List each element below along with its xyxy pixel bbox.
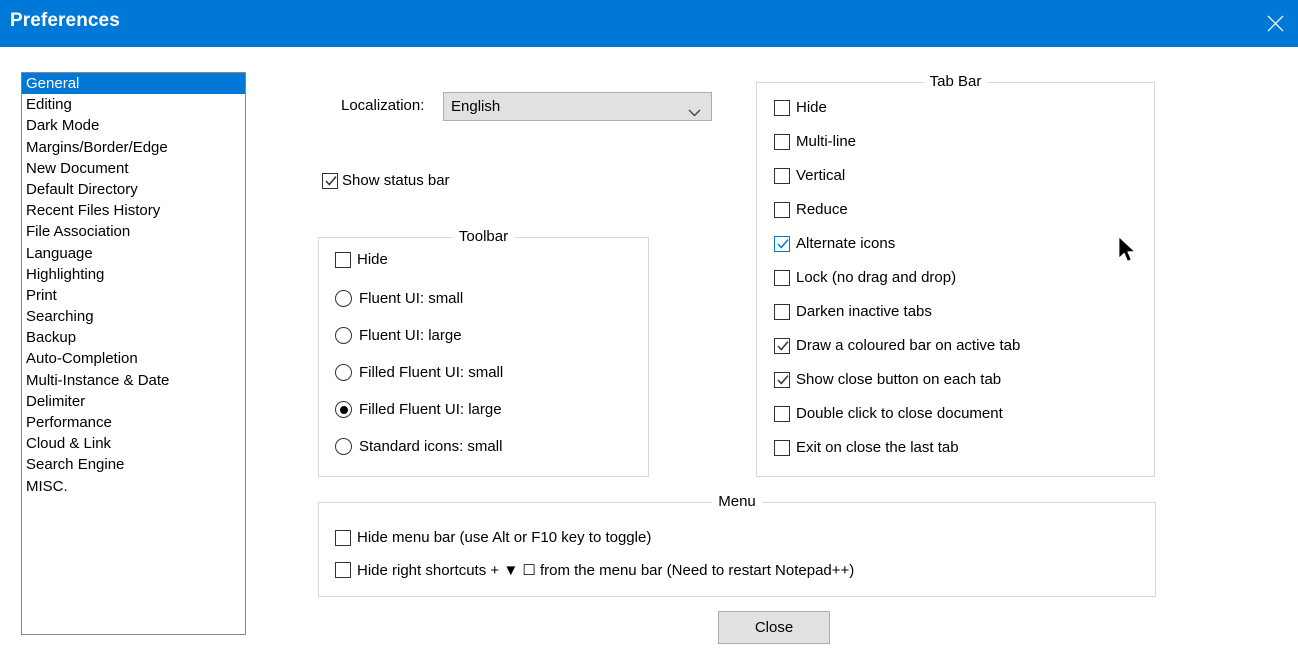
toolbar-option-fluent-large[interactable]: Fluent UI: large	[335, 327, 462, 344]
tabbar-checkbox-hide[interactable]	[774, 99, 790, 116]
sidebar-item-language[interactable]: Language	[22, 243, 245, 264]
localization-select[interactable]: English	[443, 92, 712, 121]
category-list[interactable]: General Editing Dark Mode Margins/Border/Ed…	[21, 72, 246, 635]
tabbar-label-vertical: Vertical	[796, 167, 846, 184]
toolbar-hide-checkbox[interactable]	[335, 251, 351, 268]
sidebar-item-default-directory[interactable]: Default Directory	[22, 179, 245, 200]
toolbar-option-label: Filled Fluent UI: large	[359, 401, 502, 418]
show-status-bar-label: Show status bar	[342, 172, 450, 189]
tabbar-label-show-close-button-on-each-tab: Show close button on each tab	[796, 371, 1002, 388]
tabbar-row-multi-line[interactable]: Multi-line	[774, 133, 856, 150]
checkmark-icon	[325, 175, 337, 186]
menu-group-legend: Menu	[712, 493, 762, 510]
radio-icon-selected[interactable]	[335, 401, 352, 418]
toolbar-option-standard-small[interactable]: Standard icons: small	[335, 438, 502, 455]
hide-menu-bar-label: Hide menu bar (use Alt or F10 key to tog…	[357, 529, 652, 546]
hide-right-shortcuts-row[interactable]: Hide right shortcuts + ▼ ☐ from the menu…	[335, 561, 854, 579]
sidebar-item-backup[interactable]: Backup	[22, 327, 245, 348]
sidebar-item-print[interactable]: Print	[22, 285, 245, 306]
tabbar-label-draw-a-coloured-bar-on-active-tab: Draw a coloured bar on active tab	[796, 337, 1021, 354]
radio-icon[interactable]	[335, 327, 352, 344]
sidebar-item-highlighting[interactable]: Highlighting	[22, 264, 245, 285]
tabbar-checkbox-vertical[interactable]	[774, 167, 790, 184]
toolbar-option-filled-large[interactable]: Filled Fluent UI: large	[335, 401, 502, 418]
tabbar-label-darken-inactive-tabs: Darken inactive tabs	[796, 303, 932, 320]
show-status-bar-row[interactable]: Show status bar	[322, 172, 450, 189]
sidebar-item-performance[interactable]: Performance	[22, 412, 245, 433]
tabbar-checkbox-multi-line[interactable]	[774, 133, 790, 150]
toolbar-option-label: Filled Fluent UI: small	[359, 364, 504, 381]
toolbar-group-legend: Toolbar	[452, 228, 515, 245]
tabbar-row-darken-inactive-tabs[interactable]: Darken inactive tabs	[774, 303, 932, 320]
tabbar-label-lock-no-drag-and-drop: Lock (no drag and drop)	[796, 269, 957, 286]
localization-value: English	[451, 98, 501, 115]
tabbar-row-reduce[interactable]: Reduce	[774, 201, 848, 218]
tabbar-row-lock-no-drag-and-drop[interactable]: Lock (no drag and drop)	[774, 269, 956, 286]
toolbar-option-label: Standard icons: small	[359, 438, 503, 455]
sidebar-item-search-engine[interactable]: Search Engine	[22, 454, 245, 475]
tabbar-label-hide: Hide	[796, 99, 827, 116]
tabbar-row-double-click-to-close-document[interactable]: Double click to close document	[774, 405, 1003, 422]
sidebar-item-searching[interactable]: Searching	[22, 306, 245, 327]
tabbar-checkbox-reduce[interactable]	[774, 201, 790, 218]
tabbar-label-double-click-to-close-document: Double click to close document	[796, 405, 1003, 422]
close-window-button[interactable]	[1252, 0, 1298, 47]
tabbar-checkbox-exit-on-close-the-last-tab[interactable]	[774, 439, 790, 456]
tabbar-row-show-close-button-on-each-tab[interactable]: Show close button on each tab	[774, 371, 1001, 388]
sidebar-item-new-document[interactable]: New Document	[22, 158, 245, 179]
localization-label: Localization:	[341, 97, 425, 114]
toolbar-hide-label: Hide	[357, 251, 388, 268]
tabbar-row-hide[interactable]: Hide	[774, 99, 827, 116]
checkmark-icon	[777, 340, 789, 351]
window-title-bar: Preferences	[0, 0, 1298, 47]
close-x-icon	[1252, 15, 1298, 32]
tabbar-label-exit-on-close-the-last-tab: Exit on close the last tab	[796, 439, 959, 456]
tabbar-checkbox-alternate-icons[interactable]	[774, 235, 790, 252]
radio-icon[interactable]	[335, 438, 352, 455]
checkmark-icon	[777, 374, 789, 385]
tabbar-label-alternate-icons: Alternate icons	[796, 235, 896, 252]
hide-menu-bar-row[interactable]: Hide menu bar (use Alt or F10 key to tog…	[335, 529, 651, 546]
chevron-down-icon	[688, 104, 701, 121]
sidebar-item-general[interactable]: General	[22, 73, 245, 95]
tabbar-group-legend: Tab Bar	[923, 73, 988, 90]
sidebar-item-misc[interactable]: MISC.	[22, 476, 245, 497]
sidebar-item-recent-files-history[interactable]: Recent Files History	[22, 200, 245, 221]
toolbar-option-filled-small[interactable]: Filled Fluent UI: small	[335, 364, 503, 381]
sidebar-item-multi-instance-date[interactable]: Multi-Instance & Date	[22, 370, 245, 391]
menu-group: Menu	[318, 493, 1156, 597]
sidebar-item-margins-border-edge[interactable]: Margins/Border/Edge	[22, 137, 245, 158]
sidebar-item-file-association[interactable]: File Association	[22, 221, 245, 242]
sidebar-item-auto-completion[interactable]: Auto-Completion	[22, 348, 245, 369]
close-button[interactable]: Close	[718, 611, 830, 644]
tabbar-checkbox-darken-inactive-tabs[interactable]	[774, 303, 790, 320]
tabbar-row-vertical[interactable]: Vertical	[774, 167, 845, 184]
tabbar-row-exit-on-close-the-last-tab[interactable]: Exit on close the last tab	[774, 439, 959, 456]
tabbar-label-multi-line: Multi-line	[796, 133, 857, 150]
tabbar-checkbox-double-click-to-close-document[interactable]	[774, 405, 790, 422]
tabbar-checkbox-draw-a-coloured-bar-on-active-tab[interactable]	[774, 337, 790, 354]
radio-icon[interactable]	[335, 290, 352, 307]
tabbar-label-reduce: Reduce	[796, 201, 848, 218]
sidebar-item-cloud-link[interactable]: Cloud & Link	[22, 433, 245, 454]
hide-menu-bar-checkbox[interactable]	[335, 529, 351, 546]
sidebar-item-delimiter[interactable]: Delimiter	[22, 391, 245, 412]
tabbar-checkbox-show-close-button-on-each-tab[interactable]	[774, 371, 790, 388]
toolbar-option-label: Fluent UI: large	[359, 327, 462, 344]
checkmark-icon	[777, 238, 789, 249]
toolbar-option-label: Fluent UI: small	[359, 290, 464, 307]
radio-icon[interactable]	[335, 364, 352, 381]
toolbar-option-fluent-small[interactable]: Fluent UI: small	[335, 290, 463, 307]
hide-right-shortcuts-label: Hide right shortcuts + ▼ ☐ from the menu…	[357, 562, 855, 579]
page-title: Preferences	[10, 10, 120, 31]
tabbar-row-alternate-icons[interactable]: Alternate icons	[774, 235, 895, 252]
tabbar-checkbox-lock-no-drag-and-drop[interactable]	[774, 269, 790, 286]
toolbar-hide-row[interactable]: Hide	[335, 251, 388, 268]
sidebar-item-dark-mode[interactable]: Dark Mode	[22, 115, 245, 136]
tabbar-row-draw-a-coloured-bar-on-active-tab[interactable]: Draw a coloured bar on active tab	[774, 337, 1020, 354]
hide-right-shortcuts-checkbox[interactable]	[335, 562, 351, 578]
show-status-bar-checkbox[interactable]	[322, 172, 338, 189]
sidebar-item-editing[interactable]: Editing	[22, 94, 245, 115]
